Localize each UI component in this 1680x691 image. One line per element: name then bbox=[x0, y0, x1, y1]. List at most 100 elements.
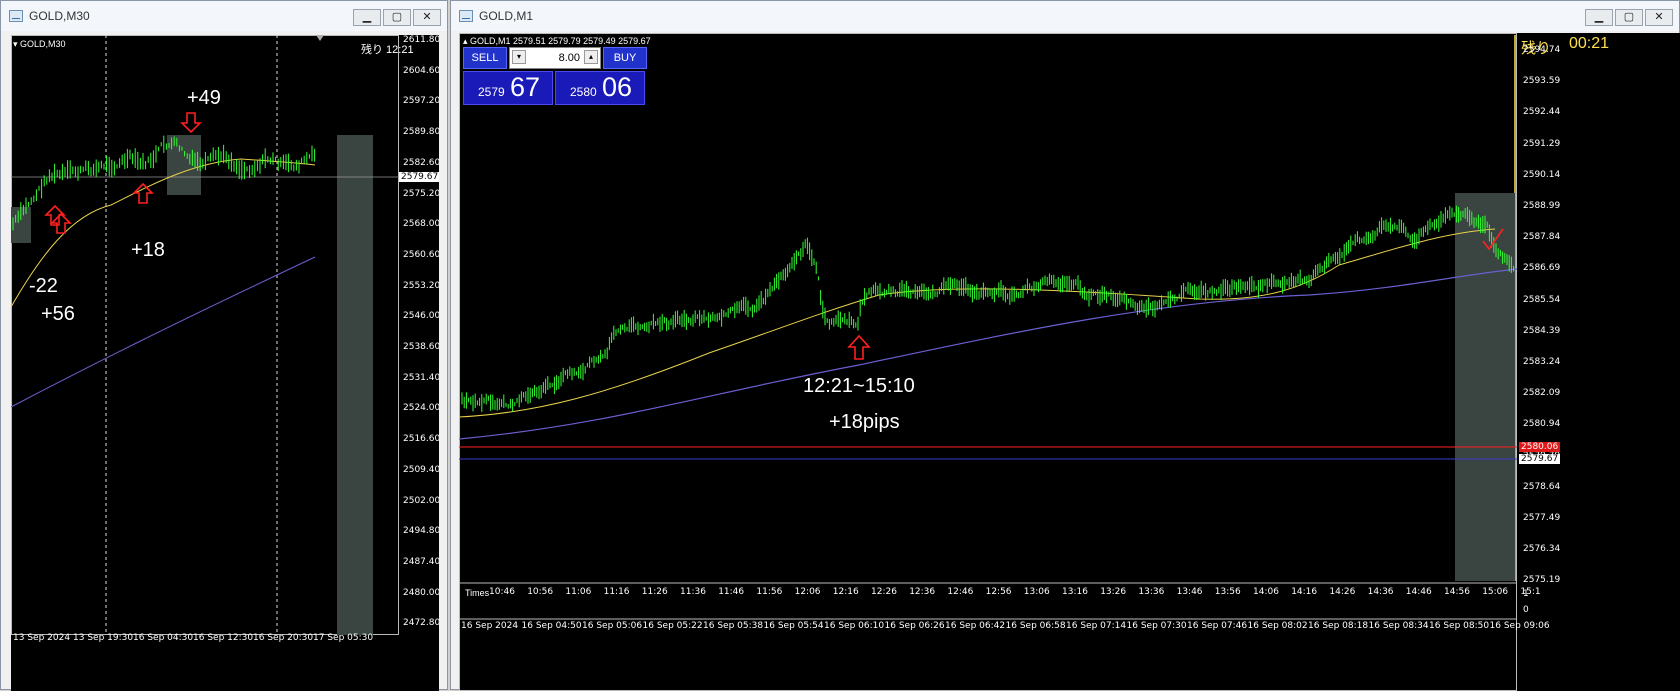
price-chart-canvas bbox=[11, 35, 399, 635]
y-tick: 2593.59 bbox=[1523, 76, 1561, 87]
minimize-button[interactable]: ▁ bbox=[353, 9, 381, 26]
window-title: GOLD,M1 bbox=[479, 9, 534, 23]
maximize-button[interactable]: ▢ bbox=[383, 9, 411, 26]
times-tick: 12:46 bbox=[947, 587, 974, 597]
y-tick: 2524.00 bbox=[403, 403, 439, 414]
y-tick: 2578.64 bbox=[1523, 481, 1561, 492]
lot-size-input[interactable]: ▾ 8.00 ▴ bbox=[509, 47, 601, 69]
x-tick: 16 Sep 06:10 bbox=[824, 621, 885, 631]
y-tick: 2546.00 bbox=[403, 311, 439, 322]
chart-window-gold-m30[interactable]: GOLD,M30 ▁ ▢ ✕ ▾ GOLD,M30 残り 12:21 +49 +… bbox=[0, 0, 448, 691]
x-tick: 16 Sep 12:30 bbox=[193, 633, 254, 643]
maximize-button[interactable]: ▢ bbox=[1615, 9, 1643, 26]
remaining-time: 00:21 bbox=[1569, 35, 1610, 52]
y-tick: 2604.60 bbox=[403, 65, 439, 76]
x-tick: 13 Sep 19:30 bbox=[73, 633, 134, 643]
y-tick: 2589.80 bbox=[403, 127, 439, 138]
times-tick: 11:26 bbox=[641, 587, 668, 597]
down-arrow bbox=[180, 112, 202, 134]
x-tick: 13 Sep 2024 bbox=[13, 633, 71, 643]
chart-window-icon bbox=[459, 10, 473, 22]
close-button[interactable]: ✕ bbox=[1645, 9, 1673, 26]
x-tick: 16 Sep 08:18 bbox=[1308, 621, 1369, 631]
x-tick: 16 Sep 06:58 bbox=[1005, 621, 1066, 631]
sell-price-small: 2579 bbox=[478, 85, 505, 99]
buy-price-big: 06 bbox=[601, 72, 632, 102]
shift-marker-icon bbox=[316, 35, 324, 41]
x-tick: 16 Sep 07:30 bbox=[1126, 621, 1187, 631]
x-tick: 16 Sep 05:06 bbox=[582, 621, 643, 631]
lot-dropdown-icon[interactable]: ▾ bbox=[512, 50, 526, 64]
times-tick: 15:06 bbox=[1482, 587, 1509, 597]
symbol-info-line: ▴ GOLD,M1 2579.51 2579.79 2579.49 2579.6… bbox=[463, 36, 651, 46]
y-tick: 2531.40 bbox=[403, 372, 439, 383]
title-bar[interactable]: GOLD,M30 ▁ ▢ ✕ bbox=[1, 1, 447, 31]
ask-price-tag: 2580.06 bbox=[1519, 442, 1561, 452]
x-tick: 16 Sep 05:22 bbox=[642, 621, 703, 631]
minimize-button[interactable]: ▁ bbox=[1585, 9, 1613, 26]
y-tick: 2585.54 bbox=[1523, 294, 1561, 305]
chart-window-gold-m1[interactable]: GOLD,M1 ▁ ▢ ✕ ▴ GOLD,M1 2579.51 2579.79 … bbox=[450, 0, 1680, 691]
y-tick: 2586.69 bbox=[1523, 263, 1561, 274]
times-tick: 12:36 bbox=[909, 587, 936, 597]
times-tick: 11:16 bbox=[603, 587, 630, 597]
y-tick: 2576.34 bbox=[1523, 544, 1561, 555]
annotation-pips: +18pips bbox=[829, 411, 900, 433]
y-tick: 2575.19 bbox=[1523, 575, 1561, 586]
x-tick: 17 Sep 05:30 bbox=[313, 633, 374, 643]
one-click-trading-panel: SELL ▾ 8.00 ▴ BUY 2579 67 2580 06 bbox=[463, 47, 655, 105]
y-tick: 2502.00 bbox=[403, 495, 439, 506]
annotation-plus56: +56 bbox=[41, 303, 75, 325]
times-tick: 13:26 bbox=[1100, 587, 1127, 597]
y-tick: 2553.20 bbox=[403, 280, 439, 291]
sell-price-button[interactable]: 2579 67 bbox=[463, 71, 553, 105]
y-tick: 2583.24 bbox=[1523, 357, 1561, 367]
y-tick: 2588.99 bbox=[1523, 201, 1561, 211]
price-chart[interactable]: ▴ GOLD,M1 2579.51 2579.79 2579.49 2579.6… bbox=[459, 33, 1680, 691]
sub-y-tick: 0 bbox=[1523, 605, 1529, 615]
y-tick: 2597.20 bbox=[403, 96, 439, 107]
lot-increment-icon[interactable]: ▴ bbox=[584, 50, 598, 64]
times-tick: 12:56 bbox=[985, 587, 1012, 597]
up-arrow bbox=[132, 182, 154, 204]
times-tick: 13:06 bbox=[1023, 587, 1050, 597]
y-tick: 2587.84 bbox=[1523, 232, 1561, 243]
times-tick: 11:56 bbox=[756, 587, 783, 597]
annotation-plus49: +49 bbox=[187, 87, 221, 109]
x-tick: 16 Sep 04:30 bbox=[133, 633, 194, 643]
up-arrow bbox=[44, 204, 66, 226]
x-tick: 16 Sep 20:30 bbox=[253, 633, 314, 643]
x-tick: 16 Sep 2024 bbox=[461, 621, 519, 631]
x-tick: 16 Sep 04:50 bbox=[521, 621, 582, 631]
y-tick: 2582.09 bbox=[1523, 388, 1561, 399]
symbol-info-text: GOLD,M1 2579.51 2579.79 2579.49 2579.67 bbox=[470, 36, 651, 46]
symbol-text: GOLD,M30 bbox=[20, 39, 66, 49]
x-tick: 16 Sep 05:54 bbox=[763, 621, 824, 631]
y-tick: 2584.39 bbox=[1523, 325, 1561, 336]
x-tick: 16 Sep 06:26 bbox=[884, 621, 945, 631]
x-tick: 16 Sep 08:02 bbox=[1247, 621, 1308, 631]
x-tick: 16 Sep 05:38 bbox=[703, 621, 764, 631]
chart-window-icon bbox=[9, 10, 23, 22]
close-button[interactable]: ✕ bbox=[413, 9, 441, 26]
times-tick: 14:06 bbox=[1253, 587, 1279, 597]
price-chart[interactable]: ▾ GOLD,M30 残り 12:21 +49 +18 -22 +56 2611… bbox=[11, 35, 439, 691]
y-tick: 2592.44 bbox=[1523, 107, 1561, 118]
sell-price-big: 67 bbox=[509, 72, 540, 102]
times-tick: 11:46 bbox=[718, 587, 745, 597]
times-tick: 12:06 bbox=[794, 587, 821, 597]
times-tick: 11:06 bbox=[565, 587, 592, 597]
times-tick: 14:16 bbox=[1291, 587, 1318, 597]
y-tick: 2487.40 bbox=[403, 556, 439, 567]
buy-button[interactable]: BUY bbox=[603, 47, 647, 69]
title-bar[interactable]: GOLD,M1 ▁ ▢ ✕ bbox=[451, 1, 1679, 31]
up-arrow bbox=[847, 334, 871, 360]
times-tick: 13:46 bbox=[1176, 587, 1203, 597]
y-tick: 2580.94 bbox=[1523, 419, 1561, 430]
sell-button[interactable]: SELL bbox=[463, 47, 507, 69]
annotation-plus18: +18 bbox=[131, 239, 165, 261]
times-tick: 13:16 bbox=[1062, 587, 1088, 597]
x-tick: 16 Sep 06:42 bbox=[945, 621, 1006, 631]
times-tick: 10:46 bbox=[489, 587, 515, 597]
buy-price-button[interactable]: 2580 06 bbox=[555, 71, 645, 105]
